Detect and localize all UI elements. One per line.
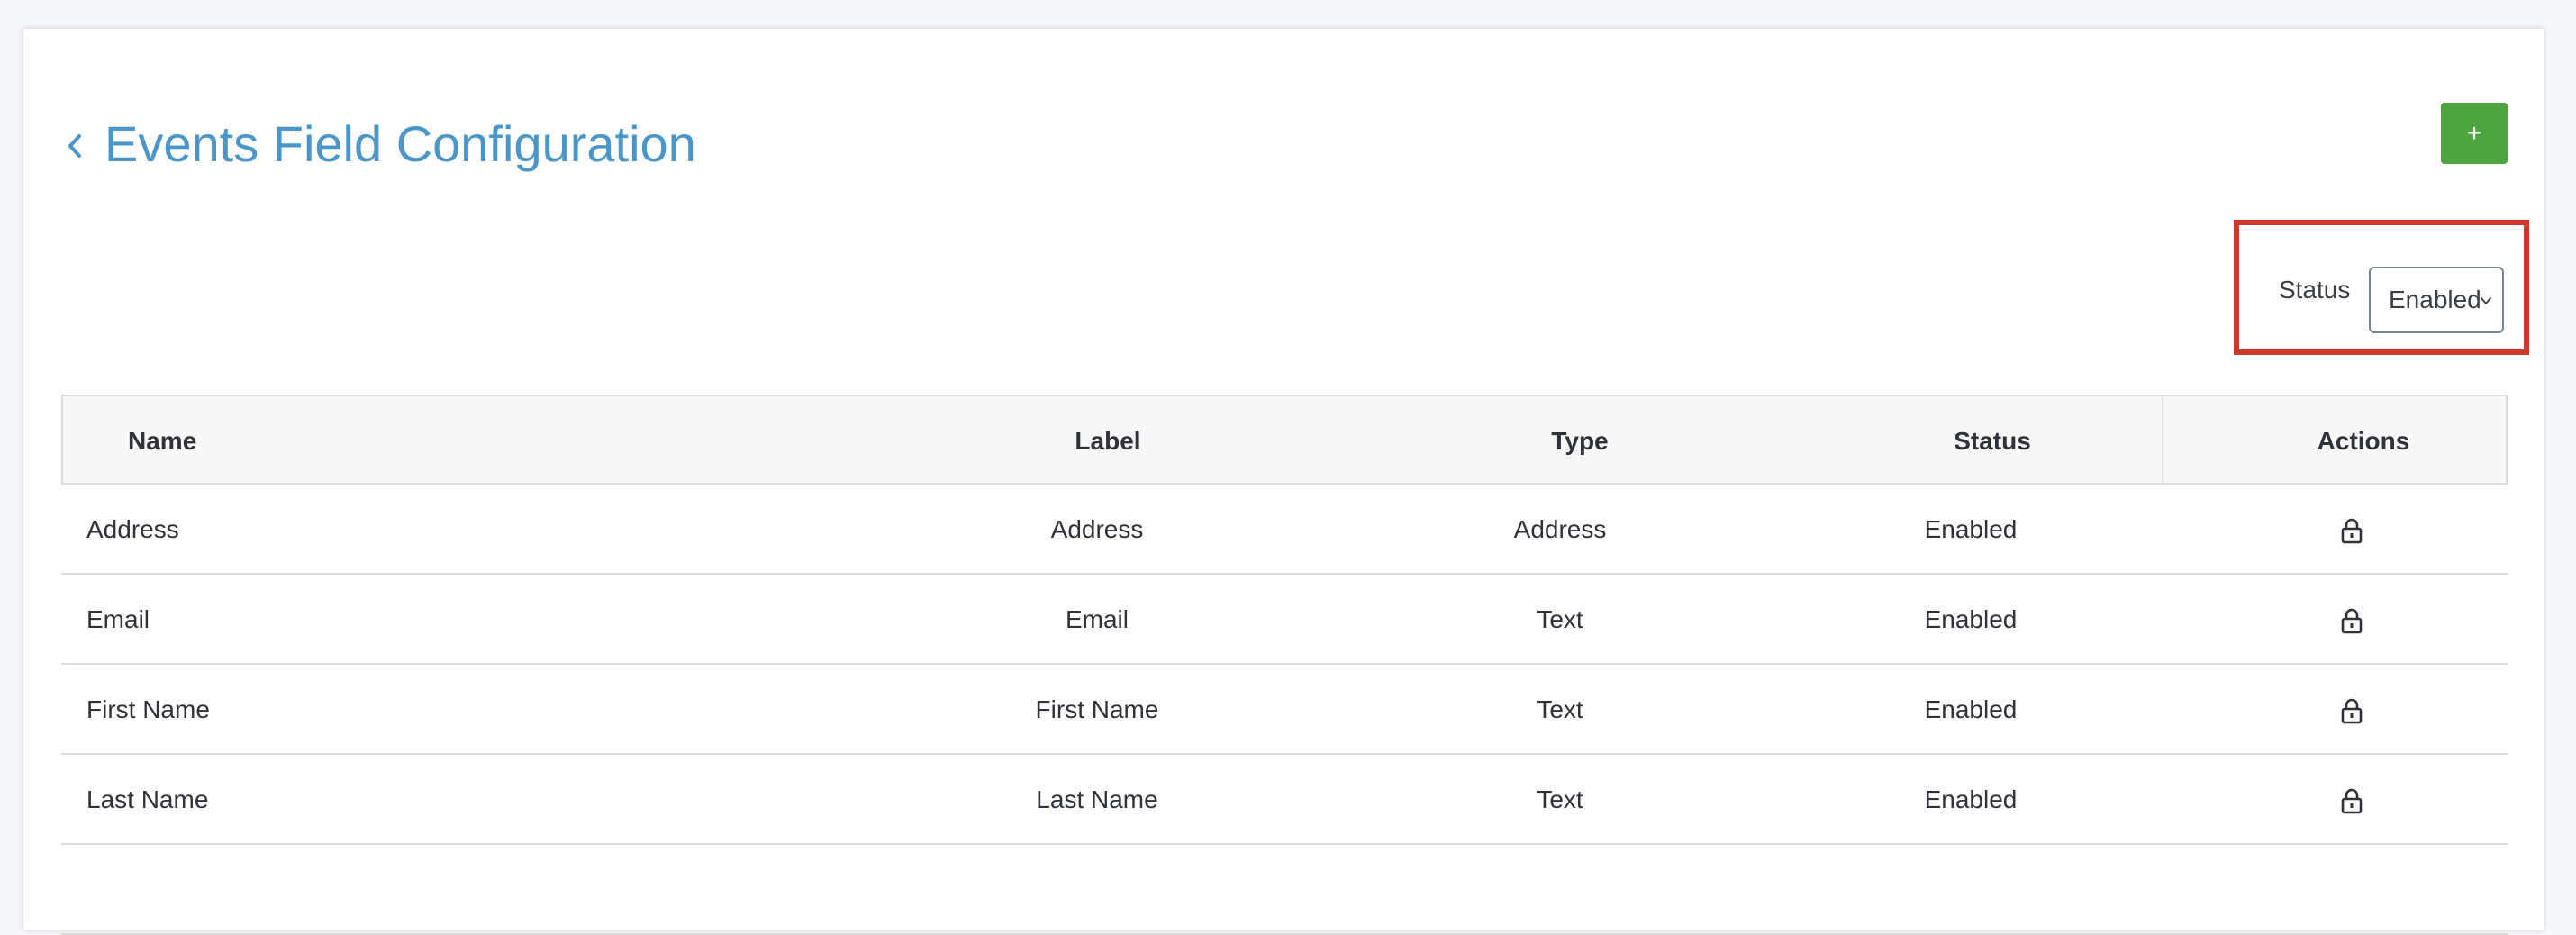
cell-label: Last Name <box>1036 785 1158 813</box>
page-title: Events Field Configuration <box>104 115 696 172</box>
cell-status: Enabled <box>1924 605 2018 633</box>
back-button[interactable] <box>59 123 90 169</box>
column-header-status[interactable]: Status <box>1911 423 2073 459</box>
lock-icon <box>2341 698 2363 724</box>
table-header: Name Label Type Status Actions <box>61 395 2508 485</box>
lock-button[interactable] <box>2336 515 2367 546</box>
fields-table: Name Label Type Status Actions Address A… <box>61 395 2508 935</box>
cell-status: Enabled <box>1924 695 2018 723</box>
column-header-type[interactable]: Type <box>1499 423 1661 459</box>
table-row-partial[interactable] <box>61 845 2508 935</box>
lock-icon <box>2341 518 2363 544</box>
cell-type: Text <box>1537 605 1583 633</box>
table-row[interactable]: First Name First Name Text Enabled <box>61 665 2508 755</box>
status-filter-label: Status <box>2279 276 2351 304</box>
table-row[interactable]: Email Email Text Enabled <box>61 575 2508 665</box>
lock-button[interactable] <box>2336 695 2367 726</box>
cell-label: Address <box>1050 515 1144 543</box>
status-filter-value: Enabled <box>2389 286 2481 313</box>
page-header: Events Field Configuration + <box>23 29 2544 209</box>
table-row[interactable]: Last Name Last Name Text Enabled <box>61 755 2508 845</box>
cell-name: Address <box>86 515 179 543</box>
cell-status: Enabled <box>1924 785 2018 813</box>
cell-type: Address <box>1513 515 1607 543</box>
table-row[interactable]: Address Address Address Enabled <box>61 485 2508 575</box>
cell-label: First Name <box>1035 695 1159 723</box>
cell-label: Email <box>1065 605 1129 633</box>
column-divider <box>2162 396 2163 483</box>
lock-icon <box>2341 788 2363 814</box>
cell-type: Text <box>1537 785 1583 813</box>
cell-type: Text <box>1537 695 1583 723</box>
cell-name: Last Name <box>86 785 209 813</box>
status-filter-select[interactable]: Enabled <box>2369 267 2504 333</box>
column-header-label[interactable]: Label <box>1000 423 1216 459</box>
lock-button[interactable] <box>2336 605 2367 636</box>
column-header-actions: Actions <box>2317 427 2410 455</box>
chevron-left-icon <box>68 134 81 158</box>
add-field-button[interactable]: + <box>2441 103 2508 164</box>
lock-icon <box>2341 608 2363 634</box>
cell-name: First Name <box>86 695 210 723</box>
lock-button[interactable] <box>2336 785 2367 816</box>
column-header-name[interactable]: Name <box>128 423 196 459</box>
cell-name: Email <box>86 605 150 633</box>
cell-status: Enabled <box>1924 515 2018 543</box>
chevron-down-icon <box>2481 297 2491 304</box>
content-card: Events Field Configuration + Status Enab… <box>23 29 2544 935</box>
